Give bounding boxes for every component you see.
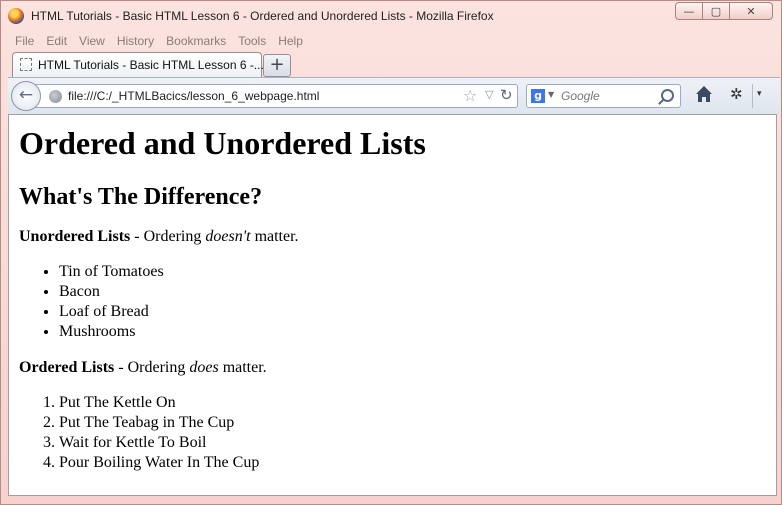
menu-view[interactable]: View	[73, 32, 111, 50]
reload-icon[interactable]: ↻	[500, 86, 513, 104]
unordered-intro-tail: matter.	[250, 228, 299, 245]
minimize-button[interactable]: —	[675, 2, 703, 20]
unordered-intro-emphasis: doesn't	[205, 228, 251, 245]
back-button[interactable]: ←	[11, 81, 41, 111]
list-item: Mushrooms	[59, 322, 776, 342]
ordered-intro-emphasis: does	[189, 359, 219, 376]
new-tab-button[interactable]: +	[263, 54, 291, 77]
ordered-intro-text: - Ordering	[114, 359, 190, 376]
ordered-list: Put The Kettle On Put The Teabag in The …	[19, 393, 776, 473]
toolbar-menu-caret-icon[interactable]: ▾	[757, 89, 762, 99]
menu-history[interactable]: History	[111, 32, 160, 50]
addon-icon[interactable]: ✲	[730, 85, 743, 103]
list-item: Pour Boiling Water In The Cup	[59, 453, 776, 473]
page-title: Ordered and Unordered Lists	[19, 125, 426, 161]
menu-file[interactable]: File	[9, 32, 40, 50]
page-content: Ordered and Unordered Lists What's The D…	[8, 114, 777, 496]
page-favicon-icon	[20, 58, 32, 71]
url-text[interactable]: file:///C:/_HTMLBacics/lesson_6_webpage.…	[68, 89, 319, 103]
bookmark-star-icon[interactable]: ☆	[463, 86, 477, 105]
toolbar-divider	[752, 84, 753, 108]
tab-strip: HTML Tutorials - Basic HTML Lesson 6 -..…	[1, 51, 781, 77]
url-history-dropdown-icon[interactable]: ▽	[485, 88, 493, 101]
tab-label: HTML Tutorials - Basic HTML Lesson 6 -..…	[38, 58, 264, 72]
ordered-intro-tail: matter.	[218, 359, 267, 376]
list-item: Put The Teabag in The Cup	[59, 413, 776, 433]
menu-help[interactable]: Help	[272, 32, 309, 50]
close-button[interactable]: ✕	[729, 2, 773, 20]
home-icon[interactable]	[695, 84, 713, 104]
maximize-button[interactable]: ▢	[702, 2, 730, 20]
section-heading: What's The Difference?	[19, 184, 263, 210]
tab-active[interactable]: HTML Tutorials - Basic HTML Lesson 6 -..…	[12, 52, 264, 77]
google-search-engine-icon[interactable]: g	[531, 89, 545, 103]
title-bar[interactable]: HTML Tutorials - Basic HTML Lesson 6 - O…	[1, 1, 781, 31]
window-controls: — ▢ ✕	[675, 2, 773, 20]
list-item: Wait for Kettle To Boil	[59, 433, 776, 453]
search-engine-caret-icon[interactable]: ▼	[548, 90, 554, 99]
firefox-logo-icon	[8, 8, 24, 24]
unordered-intro-text: - Ordering	[130, 228, 206, 245]
list-item: Put The Kettle On	[59, 393, 776, 413]
ordered-intro-bold: Ordered Lists	[19, 359, 115, 376]
globe-icon	[49, 90, 62, 103]
list-item: Tin of Tomatoes	[59, 262, 776, 282]
list-item: Loaf of Bread	[59, 302, 776, 322]
search-bar: g ▼	[526, 84, 681, 108]
list-item: Bacon	[59, 282, 776, 302]
navigation-toolbar: file:///C:/_HTMLBacics/lesson_6_webpage.…	[8, 77, 780, 114]
menu-edit[interactable]: Edit	[40, 32, 73, 50]
browser-window: HTML Tutorials - Basic HTML Lesson 6 - O…	[0, 0, 782, 505]
unordered-intro-bold: Unordered Lists	[19, 228, 131, 245]
menu-tools[interactable]: Tools	[232, 32, 272, 50]
ordered-intro: Ordered Lists - Ordering does matter.	[19, 358, 776, 377]
search-icon[interactable]	[661, 89, 674, 102]
unordered-intro: Unordered Lists - Ordering doesn't matte…	[19, 227, 776, 246]
menu-bookmarks[interactable]: Bookmarks	[160, 32, 232, 50]
unordered-list: Tin of Tomatoes Bacon Loaf of Bread Mush…	[19, 262, 776, 342]
search-input[interactable]	[561, 87, 657, 105]
menu-bar: File Edit View History Bookmarks Tools H…	[9, 32, 309, 50]
window-title: HTML Tutorials - Basic HTML Lesson 6 - O…	[31, 9, 494, 23]
url-bar[interactable]: file:///C:/_HTMLBacics/lesson_6_webpage.…	[35, 84, 518, 108]
